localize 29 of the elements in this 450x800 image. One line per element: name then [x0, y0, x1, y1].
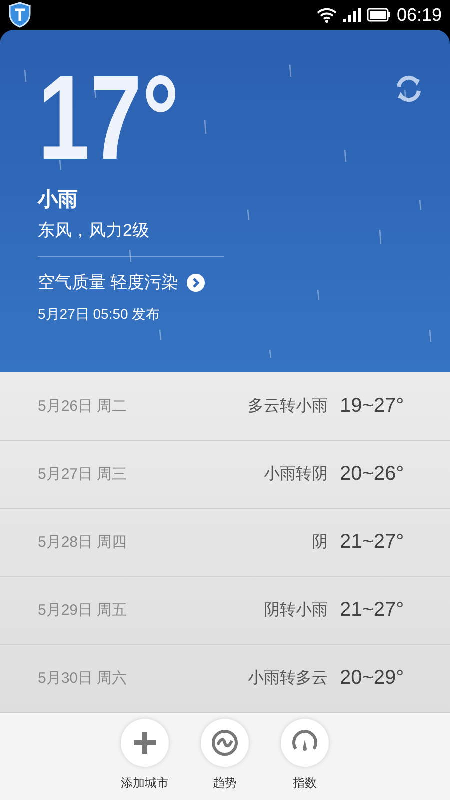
- forecast-date: 5月29日 周五: [38, 601, 128, 620]
- forecast-date: 5月28日 周四: [38, 533, 128, 552]
- clock-time: 06:19: [396, 4, 442, 26]
- forecast-weather: 阴: [312, 533, 328, 553]
- forecast-weather: 小雨转多云: [248, 668, 328, 689]
- publish-time: 5月27日 05:50 发布: [38, 306, 160, 324]
- wifi-icon: [316, 7, 337, 23]
- temperature-range: 21~27°: [340, 531, 406, 554]
- temperature-range: 20~29°: [340, 667, 406, 690]
- refresh-icon[interactable]: [394, 74, 424, 104]
- condition-text: 小雨: [38, 188, 78, 213]
- plus-icon: [132, 730, 158, 756]
- signal-icon: [342, 8, 361, 22]
- forecast-weather: 多云转小雨: [248, 396, 328, 416]
- battery-icon: [366, 8, 391, 22]
- wave-icon: [211, 729, 239, 757]
- temperature: 17°: [38, 62, 180, 174]
- temperature-range: 21~27°: [340, 599, 406, 622]
- shield-icon[interactable]: [8, 2, 32, 28]
- forecast-weather: 阴转小雨: [264, 600, 328, 621]
- forecast-date: 5月30日 周六: [38, 669, 128, 688]
- temperature-range: 20~26°: [340, 463, 406, 486]
- temperature-range: 19~27°: [340, 394, 406, 418]
- forecast-weather: 小雨转阴: [264, 464, 328, 485]
- forecast-date: 5月26日 周二: [38, 396, 128, 416]
- wind-text: 东风，风力2级: [38, 220, 150, 242]
- forecast-date: 5月27日 周三: [38, 465, 128, 484]
- chevron-icon: [186, 274, 205, 292]
- air-quality-link[interactable]: 空气质量 轻度污染: [38, 271, 205, 294]
